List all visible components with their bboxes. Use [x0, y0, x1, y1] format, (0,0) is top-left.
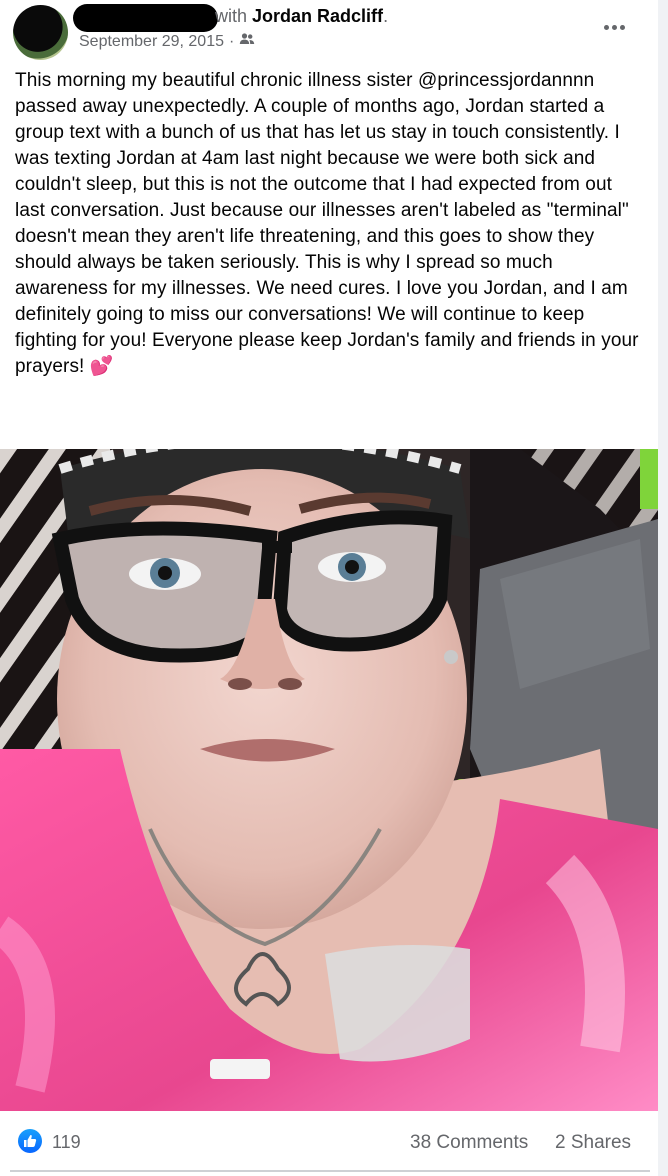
post-message-text: This morning my beautiful chronic illnes…	[15, 70, 639, 377]
post-message: This morning my beautiful chronic illnes…	[15, 68, 645, 380]
comments-count-link[interactable]: 38 Comments	[410, 1132, 528, 1154]
shares-count-link[interactable]: 2 Shares	[555, 1132, 631, 1154]
redacted-author-name	[73, 4, 218, 32]
facebook-post: with Jordan Radcliff. September 29, 2015…	[0, 0, 668, 1176]
tagged-person-link[interactable]: Jordan Radcliff	[252, 6, 383, 26]
post-meta: September 29, 2015 ·	[79, 32, 255, 51]
more-options-icon[interactable]	[598, 16, 630, 38]
tag-period: .	[383, 6, 389, 26]
two-hearts-emoji: 💕	[89, 356, 114, 377]
footer-divider	[10, 1170, 650, 1172]
feed-gutter	[658, 0, 668, 1176]
meta-separator: ·	[229, 32, 235, 50]
photo-content	[0, 449, 658, 1111]
author-avatar[interactable]	[13, 5, 68, 60]
like-count[interactable]: 119	[52, 1132, 81, 1153]
post-photo[interactable]	[0, 449, 658, 1111]
like-icon[interactable]	[18, 1129, 42, 1153]
post-header: with Jordan Radcliff. September 29, 2015…	[0, 0, 658, 62]
friends-icon[interactable]	[239, 32, 255, 51]
tag-line: with Jordan Radcliff.	[215, 6, 388, 27]
post-date-link[interactable]: September 29, 2015	[79, 33, 224, 51]
post-footer: 119 38 Comments 2 Shares	[0, 1112, 658, 1176]
with-label: with	[215, 6, 248, 26]
